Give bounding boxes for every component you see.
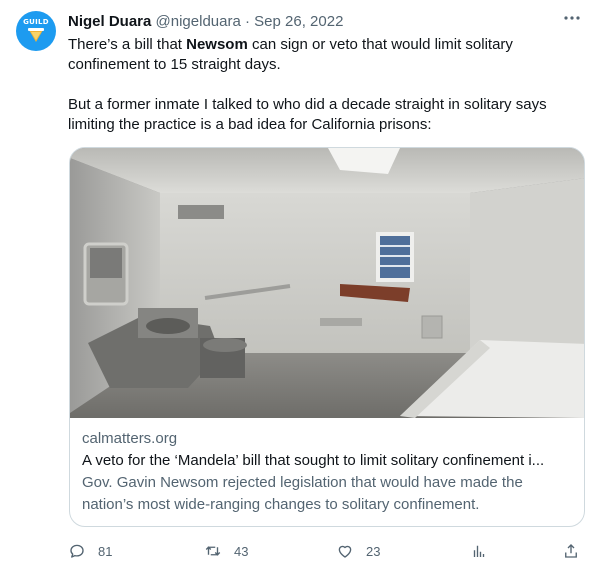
card-image[interactable] — [70, 148, 584, 418]
retweet-button[interactable]: 43 — [204, 540, 248, 562]
reply-icon — [70, 544, 84, 558]
card-domain: calmatters.org — [82, 430, 178, 447]
tweet-text: There’s a bill that Newsom can sign or v… — [68, 35, 578, 135]
author-handle[interactable]: @nigelduara — [156, 13, 241, 30]
link-card[interactable]: calmatters.org A veto for the ‘Mandela’ … — [69, 147, 585, 527]
avatar-logo-icon — [28, 28, 44, 42]
like-icon — [338, 545, 352, 558]
tweet[interactable]: GUILD Nigel Duara @nigelduara · Sep 26, … — [0, 0, 598, 569]
card-meta: calmatters.org A veto for the ‘Mandela’ … — [82, 428, 572, 516]
separator-dot: · — [245, 13, 250, 30]
card-title[interactable]: A veto for the ‘Mandela’ bill that sough… — [82, 450, 574, 472]
analytics-button[interactable] — [470, 540, 488, 562]
tweet-date[interactable]: Sep 26, 2022 — [254, 13, 343, 30]
retweet-icon — [205, 546, 221, 556]
analytics-icon — [473, 545, 485, 557]
share-icon — [565, 544, 577, 558]
retweet-count: 43 — [234, 543, 249, 559]
tweet-header: Nigel Duara @nigelduara · Sep 26, 2022 — [68, 12, 582, 32]
reply-count: 81 — [98, 543, 113, 559]
tweet-text-prefix: There’s a bill that — [68, 36, 187, 53]
card-description: Gov. Gavin Newsom rejected legislation t… — [82, 474, 523, 513]
solitary-cell-photo — [70, 148, 584, 418]
share-button[interactable] — [562, 540, 580, 562]
reply-button[interactable]: 81 — [68, 540, 112, 562]
action-bar: 81 43 23 — [68, 540, 588, 562]
newsom-mention: Newsom — [186, 36, 248, 53]
like-button[interactable]: 23 — [336, 540, 380, 562]
like-count: 23 — [366, 543, 381, 559]
author-name[interactable]: Nigel Duara — [68, 13, 151, 30]
tweet-paragraph-2: But a former inmate I talked to who did … — [68, 96, 547, 133]
avatar[interactable]: GUILD — [16, 11, 56, 51]
more-icon[interactable] — [562, 8, 582, 28]
tweet-paragraph-1: There’s a bill that Newsom can sign or v… — [68, 35, 578, 75]
